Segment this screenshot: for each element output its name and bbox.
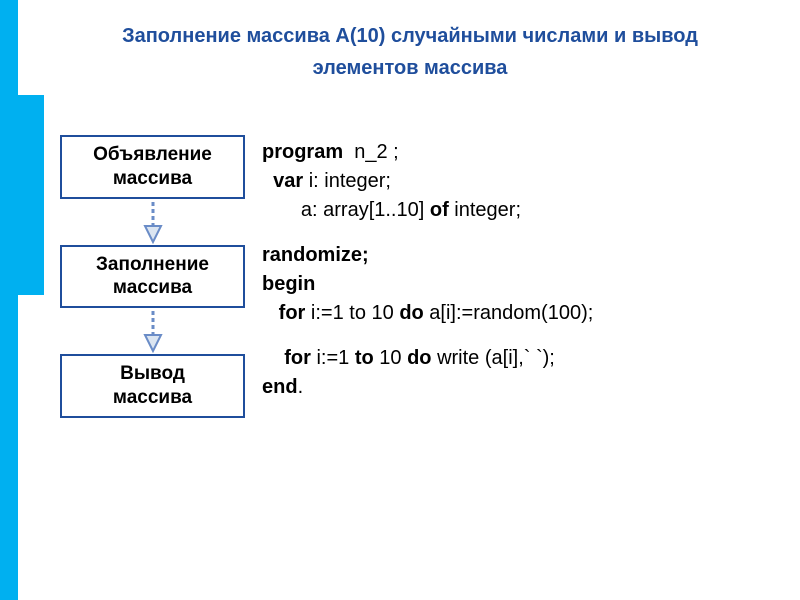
- code-line: end.: [262, 373, 593, 402]
- flow-label: Заполнение массива: [66, 253, 239, 301]
- code-line: for i:=1 to 10 do write (a[i],` `);: [262, 344, 593, 373]
- flow-arrow-2: [60, 308, 245, 354]
- flowchart: Объявление массива Заполнение массива Вы…: [60, 135, 245, 418]
- code-line: begin: [262, 270, 593, 299]
- code-line: var i: integer;: [262, 167, 593, 196]
- code-block: program n_2 ; var i: integer; a: array[1…: [262, 138, 593, 402]
- arrow-down-icon: [140, 200, 166, 244]
- code-line: a: array[1..10] of integer;: [262, 196, 593, 225]
- left-stripe: [0, 0, 18, 600]
- flow-box-fill: Заполнение массива: [60, 245, 245, 309]
- flow-box-output: Вывод массива: [60, 354, 245, 418]
- flow-arrow-1: [60, 199, 245, 245]
- code-line: for i:=1 to 10 do a[i]:=random(100);: [262, 299, 593, 328]
- flow-label: Объявление массива: [66, 143, 239, 191]
- flow-box-declare: Объявление массива: [60, 135, 245, 199]
- left-accent-block: [0, 95, 44, 295]
- arrow-down-icon: [140, 309, 166, 353]
- code-line: randomize;: [262, 241, 593, 270]
- code-line: program n_2 ;: [262, 138, 593, 167]
- flow-label: Вывод массива: [66, 362, 239, 410]
- title-line-1: Заполнение массива A(10) случайными числ…: [122, 25, 698, 47]
- slide-title: Заполнение массива A(10) случайными числ…: [40, 20, 780, 84]
- title-line-2: элементов массива: [313, 57, 508, 79]
